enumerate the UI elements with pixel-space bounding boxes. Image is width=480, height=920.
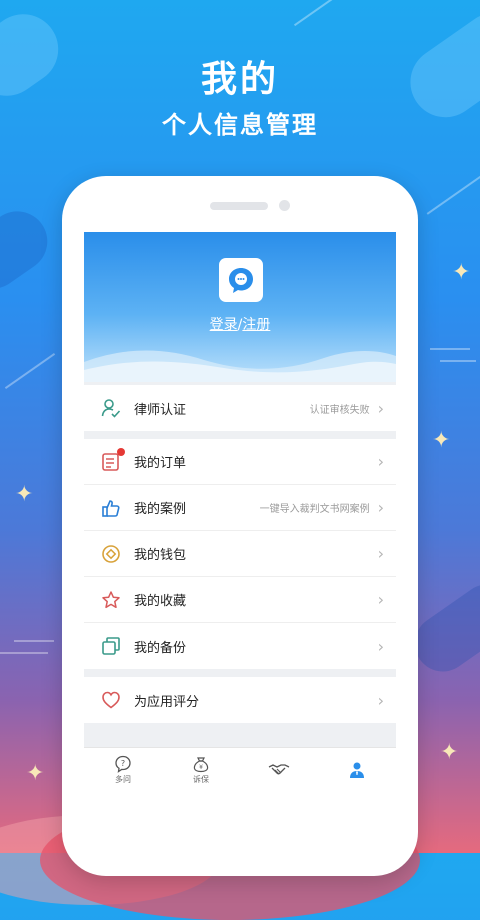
menu-label: 律师认证 [134, 402, 187, 418]
phone-speaker [210, 202, 268, 210]
svg-text:?: ? [121, 759, 125, 768]
wallet-icon [100, 543, 122, 565]
phone-camera [279, 200, 290, 211]
decor-line [440, 360, 476, 362]
menu-label: 我的案例 [134, 502, 187, 517]
login-register: 登录/注册 [84, 314, 396, 334]
lawyer-status: 认证审核失败 [309, 404, 370, 416]
tab-subao[interactable]: ¥ 诉保 [162, 748, 240, 792]
menu-group-main: 我的订单 › 我的案例 一键导入裁判文书网案例 › 我的钱包 › 我的收藏 › … [84, 439, 396, 669]
chevron-right-icon: › [377, 544, 384, 563]
decor-line [4, 352, 56, 390]
hero-title: 我的 [200, 59, 279, 100]
svg-text:¥: ¥ [199, 764, 203, 771]
wave-decoration [84, 350, 396, 382]
chevron-right-icon: › [377, 498, 384, 517]
backup-icon [100, 635, 122, 657]
app-screen: 登录/注册 律师认证 认证审核失败 › 我的订单 › 我的案例 一键导入裁判文书… [84, 232, 396, 792]
menu-group-rate: 为应用评分 › [84, 677, 396, 723]
hero-subtitle: 个人信息管理 [162, 111, 318, 139]
money-bag-icon: ¥ [193, 757, 209, 773]
decor-line [430, 348, 470, 350]
menu-group-lawyer: 律师认证 认证审核失败 › [84, 385, 396, 431]
tab-label: 诉保 [193, 775, 209, 784]
decor-pill [0, 199, 60, 301]
chat-bubble-icon [219, 258, 263, 302]
user-icon [350, 762, 364, 778]
person-check-icon [100, 397, 122, 419]
chevron-right-icon: › [377, 636, 384, 656]
notification-dot [117, 447, 125, 456]
chevron-right-icon: › [377, 590, 384, 609]
menu-item-rate-app[interactable]: 为应用评分 › [84, 677, 396, 723]
menu-label: 我的钱包 [134, 548, 187, 563]
handshake-icon [268, 764, 290, 775]
menu-label: 我的收藏 [134, 594, 187, 609]
menu-label: 为应用评分 [134, 694, 200, 710]
bottom-tab-bar: ? 多问 ¥ 诉保 [84, 747, 396, 792]
tab-duowen[interactable]: ? 多问 [84, 748, 162, 792]
order-list-icon [100, 447, 125, 473]
star-icon [100, 589, 122, 611]
sparkle-icon: ✦ [452, 260, 471, 285]
login-link[interactable]: 登录 [210, 317, 238, 333]
sparkle-icon: ✦ [432, 428, 451, 453]
question-icon: ? [115, 755, 131, 773]
chevron-right-icon: › [377, 398, 384, 418]
thumbs-up-icon [100, 497, 122, 519]
heart-icon [100, 689, 122, 711]
menu-item-lawyer-certification[interactable]: 律师认证 认证审核失败 › [84, 385, 396, 431]
chevron-right-icon: › [377, 452, 384, 471]
tab-cooperation[interactable] [240, 748, 318, 792]
decor-line [426, 167, 480, 215]
cases-hint: 一键导入裁判文书网案例 [259, 504, 370, 515]
menu-item-favorites[interactable]: 我的收藏 › [84, 577, 396, 623]
tab-me[interactable] [318, 748, 396, 792]
menu-item-wallet[interactable]: 我的钱包 › [84, 531, 396, 577]
decor-line [0, 652, 48, 654]
decor-line [293, 0, 337, 27]
menu-label: 我的备份 [134, 640, 187, 656]
phone-mockup: 登录/注册 律师认证 认证审核失败 › 我的订单 › 我的案例 一键导入裁判文书… [62, 176, 418, 876]
sparkle-icon: ✦ [15, 482, 34, 507]
profile-header: 登录/注册 [84, 232, 396, 382]
sparkle-icon: ✦ [26, 761, 45, 786]
sparkle-icon: ✦ [440, 740, 459, 765]
chevron-right-icon: › [377, 690, 384, 710]
decor-line [14, 640, 54, 642]
tab-label: 多问 [115, 775, 131, 784]
register-link[interactable]: 注册 [242, 317, 270, 333]
menu-item-backup[interactable]: 我的备份 › [84, 623, 396, 669]
menu-item-orders[interactable]: 我的订单 › [84, 439, 396, 485]
menu-item-cases[interactable]: 我的案例 一键导入裁判文书网案例 › [84, 485, 396, 531]
menu-label: 我的订单 [134, 456, 187, 471]
